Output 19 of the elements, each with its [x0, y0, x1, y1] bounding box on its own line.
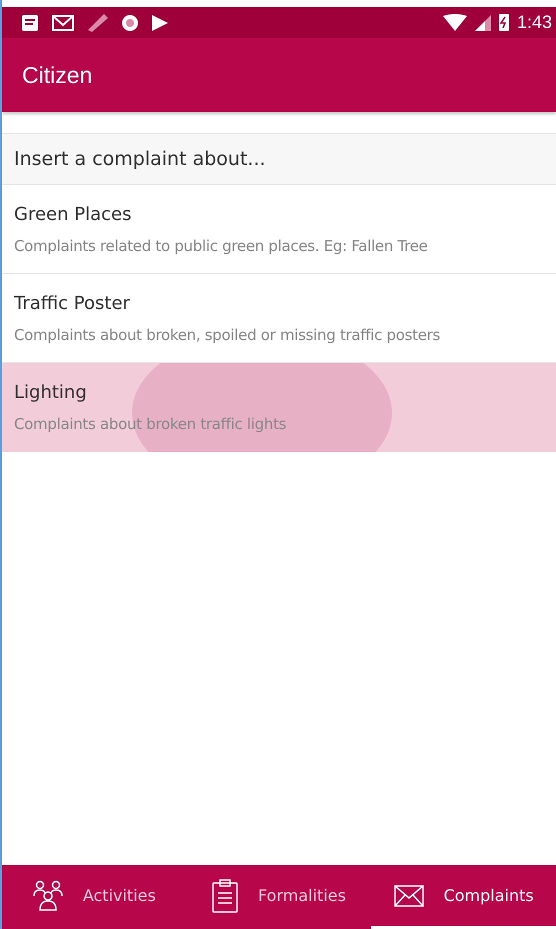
nav-tab[interactable]: Activities: [2, 865, 187, 929]
battery-icon: [498, 14, 509, 31]
clock: 1:43: [516, 12, 552, 33]
mail-icon: [394, 884, 424, 906]
note-icon: [22, 14, 38, 30]
play-icon: [152, 14, 168, 30]
section-title: Insert a complaint about...: [14, 148, 266, 170]
complaint-item[interactable]: Lighting Complaints about broken traffic lights: [2, 363, 556, 452]
record-icon: [122, 14, 138, 30]
cell-signal-icon: [474, 14, 491, 30]
clipboard-icon: [212, 878, 238, 912]
pencil-icon: [88, 14, 108, 32]
app-title: Citizen: [22, 62, 92, 88]
mail-icon: [52, 14, 74, 30]
nav-tab[interactable]: Formalities: [186, 865, 372, 929]
people-icon: [32, 880, 63, 912]
nav-tab[interactable]: Complaints: [371, 865, 556, 929]
wifi-icon: [442, 14, 467, 31]
complaint-item[interactable]: Green Places Complaints related to public green places. Eg: Fallen Tree: [2, 185, 556, 274]
